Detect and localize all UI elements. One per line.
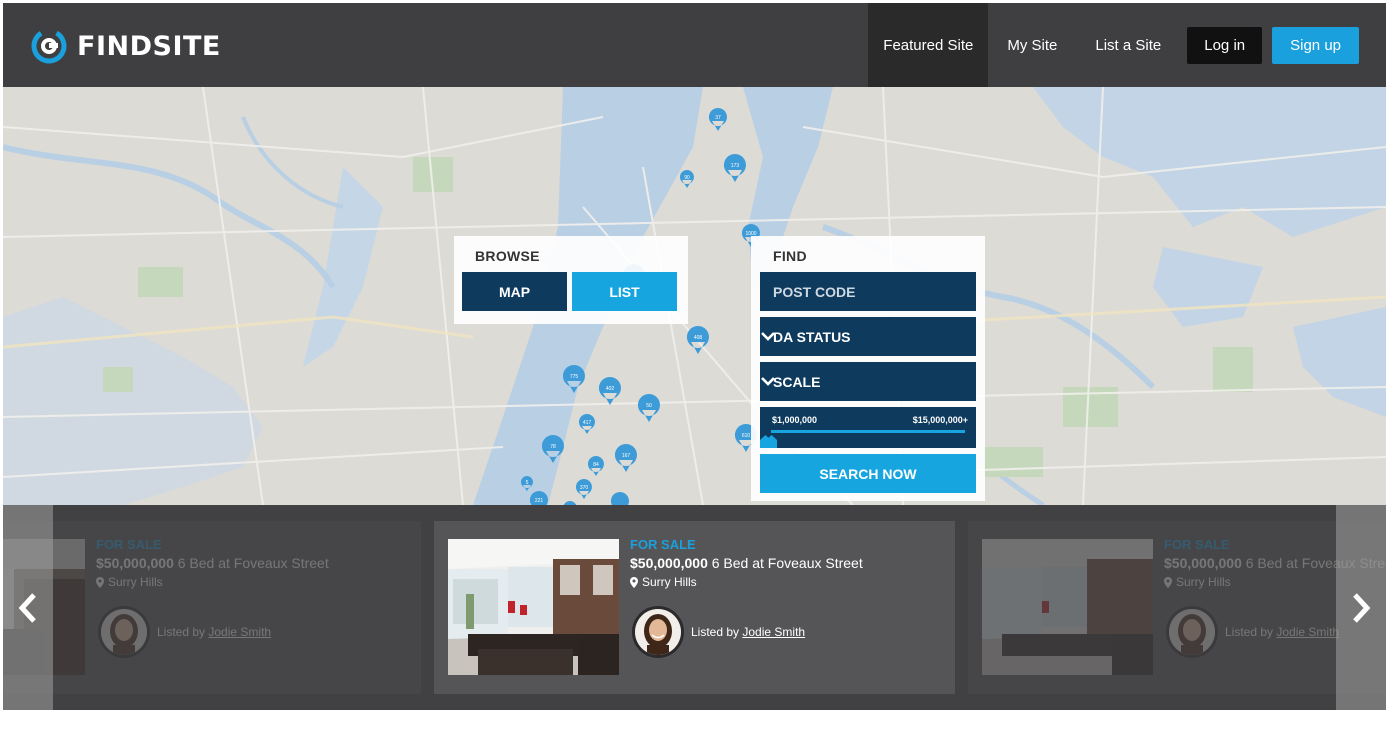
agent-link[interactable]: Jodie Smith [742, 625, 805, 639]
scale-label: SCALE [773, 373, 821, 390]
range-max-handle[interactable] [760, 435, 771, 448]
listing-price: $50,000,000 [1164, 555, 1242, 571]
location-text: Surry Hills [642, 575, 697, 589]
chevron-down-icon [761, 377, 775, 386]
agent-link[interactable]: Jodie Smith [208, 625, 271, 639]
listing-desc: 6 Bed at Foveaux Street [707, 555, 863, 571]
logo[interactable]: FINDSITE [30, 27, 221, 65]
listing-card-active[interactable]: FOR SALE $50,000,000 6 Bed at Foveaux St… [434, 521, 955, 694]
listing-location: Surry Hills [630, 575, 697, 589]
browse-panel: BROWSE MAP LIST [454, 236, 688, 324]
map[interactable]: 3717390100019604087754025041778610167843… [3, 87, 1386, 505]
main-nav: Featured Site My Site List a Site Log in… [868, 3, 1386, 87]
listed-by: Listed by Jodie Smith [157, 625, 271, 639]
find-panel: FIND POST CODE DA STATUS SCALE $1,000,00… [751, 236, 985, 501]
da-status-select[interactable]: DA STATUS [760, 317, 976, 356]
listing-status-badge: FOR SALE [96, 537, 162, 552]
listing-price: $50,000,000 [630, 555, 708, 571]
location-text: Surry Hills [1176, 575, 1231, 589]
page: FINDSITE Featured Site My Site List a Si… [3, 3, 1386, 732]
map-marker-label[interactable]: 370 [580, 485, 589, 491]
agent-avatar[interactable] [1166, 606, 1218, 658]
list-view-button[interactable]: LIST [572, 272, 677, 311]
listing-title[interactable]: $50,000,000 6 Bed at Foveaux Street [630, 555, 863, 571]
map-marker-label[interactable]: 221 [535, 498, 544, 504]
listed-by: Listed by Jodie Smith [1225, 625, 1339, 639]
signup-button[interactable]: Sign up [1272, 26, 1359, 64]
map-marker-label[interactable]: 90 [684, 175, 690, 181]
map-view-button[interactable]: MAP [462, 272, 567, 311]
listing-location: Surry Hills [96, 575, 163, 589]
range-max-label: $15,000,000+ [912, 415, 968, 425]
listed-by-prefix: Listed by [157, 625, 209, 639]
map-marker-label[interactable]: 5 [526, 480, 529, 486]
map-marker-label[interactable]: 173 [731, 163, 740, 169]
location-pin-icon [96, 576, 104, 588]
listing-location: Surry Hills [1164, 575, 1231, 589]
price-range-slider[interactable]: $1,000,000 $15,000,000+ [760, 407, 976, 448]
da-status-label: DA STATUS [773, 328, 851, 345]
listing-card[interactable]: FOR SALE $50,000,000 6 Bed at Foveaux St… [968, 521, 1386, 694]
agent-avatar[interactable] [632, 606, 684, 658]
agent-link[interactable]: Jodie Smith [1276, 625, 1339, 639]
listing-status-badge: FOR SALE [630, 537, 696, 552]
search-now-button[interactable]: SEARCH NOW [760, 454, 976, 493]
nav-featured-site[interactable]: Featured Site [868, 3, 989, 87]
agent-avatar[interactable] [98, 606, 150, 658]
location-pin-icon [630, 576, 638, 588]
map-marker-label[interactable]: 775 [570, 374, 579, 380]
listed-by: Listed by Jodie Smith [691, 625, 805, 639]
listing-desc: 6 Bed at Foveaux Street [173, 555, 329, 571]
location-pin-icon [1164, 576, 1172, 588]
map-marker-label[interactable]: 78 [550, 444, 556, 450]
map-marker-label[interactable]: 408 [694, 335, 703, 341]
scale-select[interactable]: SCALE [760, 362, 976, 401]
map-marker-label[interactable]: 37 [715, 115, 721, 121]
brand-name: FINDSITE [77, 30, 221, 62]
listing-status-badge: FOR SALE [1164, 537, 1230, 552]
arrow-right-icon [1353, 592, 1371, 623]
arrow-left-icon [18, 592, 36, 623]
range-min-label: $1,000,000 [772, 415, 818, 425]
listing-card[interactable]: FOR SALE $50,000,000 6 Bed at Foveaux St… [3, 521, 421, 694]
nav-list-a-site[interactable]: List a Site [1076, 3, 1180, 87]
listing-photo [982, 539, 1153, 675]
location-text: Surry Hills [108, 575, 163, 589]
map-marker-label[interactable]: 402 [606, 386, 615, 392]
listing-price: $50,000,000 [96, 555, 174, 571]
browse-title: BROWSE [475, 248, 540, 264]
map-marker-label[interactable]: 84 [593, 462, 599, 468]
carousel-prev-button[interactable] [3, 505, 53, 710]
listing-title[interactable]: $50,000,000 6 Bed at Foveaux Street [96, 555, 329, 571]
listed-by-prefix: Listed by [691, 625, 743, 639]
carousel-next-button[interactable] [1336, 505, 1386, 710]
findsite-logo-icon [31, 28, 67, 64]
listing-carousel: FOR SALE $50,000,000 6 Bed at Foveaux St… [3, 505, 1386, 710]
nav-my-site[interactable]: My Site [988, 3, 1076, 87]
login-button[interactable]: Log in [1187, 26, 1263, 64]
chevron-down-icon [761, 332, 775, 341]
listing-photo [448, 539, 619, 675]
map-canvas: 3717390100019604087754025041778610167843… [3, 87, 1386, 505]
find-title: FIND [773, 248, 807, 264]
listed-by-prefix: Listed by [1225, 625, 1277, 639]
range-track [771, 430, 965, 433]
post-code-input[interactable]: POST CODE [760, 272, 976, 311]
header: FINDSITE Featured Site My Site List a Si… [3, 3, 1386, 87]
map-marker-label[interactable]: 610 [742, 433, 751, 439]
map-marker-label[interactable]: 167 [622, 453, 631, 459]
map-marker-label[interactable]: 417 [583, 420, 592, 426]
map-marker-label[interactable]: 50 [646, 403, 652, 409]
